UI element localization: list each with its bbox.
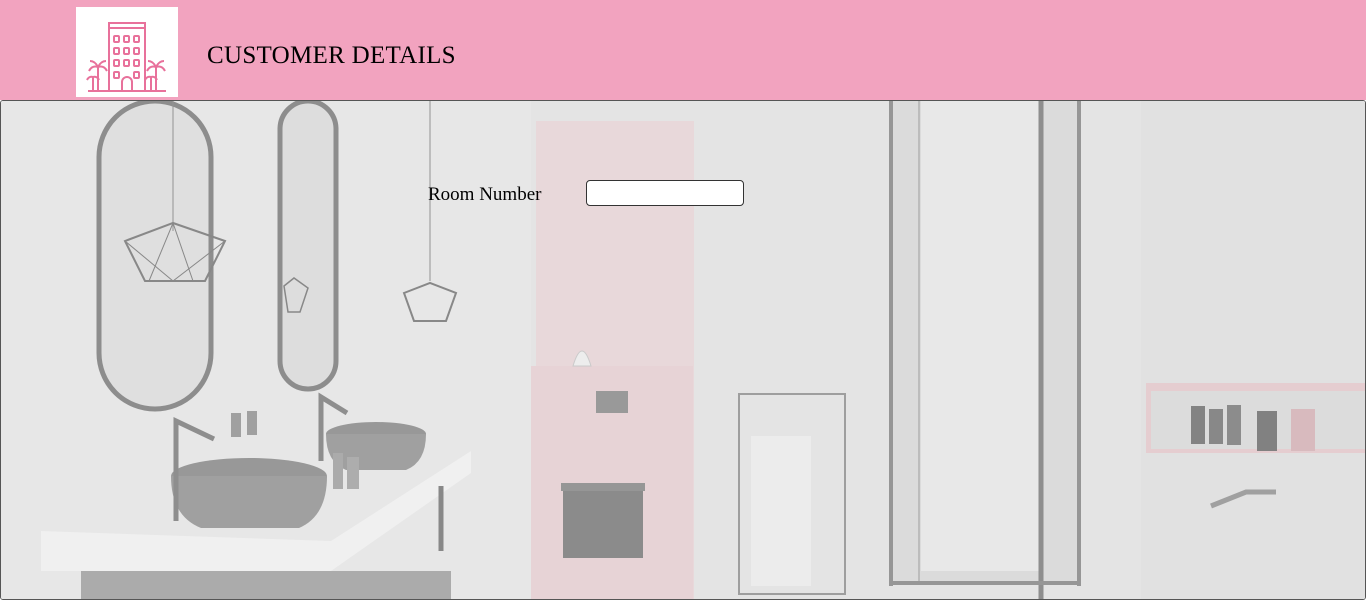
header-bar: CUSTOMER DETAILS [0, 0, 1366, 100]
form-panel: Room Number [0, 100, 1366, 600]
page-title: CUSTOMER DETAILS [207, 42, 456, 69]
hotel-building-palms-icon [86, 22, 166, 92]
hotel-logo [76, 7, 178, 97]
room-number-label: Room Number [428, 184, 542, 205]
background-tint-overlay [1, 101, 1365, 599]
room-number-input[interactable] [586, 180, 744, 206]
